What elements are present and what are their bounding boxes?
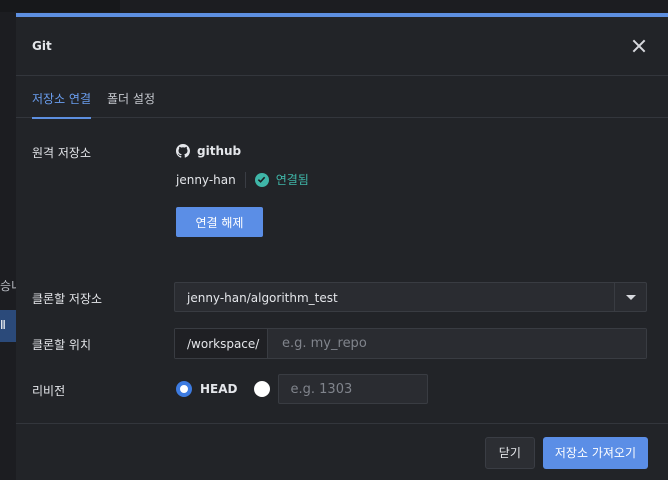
close-icon[interactable]: [630, 37, 648, 55]
remote-repository-label: 원격 저장소: [32, 146, 92, 160]
import-repository-button[interactable]: 저장소 가져오기: [542, 436, 648, 469]
tab-folder-settings[interactable]: 폴더 설정: [107, 76, 155, 118]
head-radio-label: HEAD: [200, 382, 238, 396]
dropdown-toggle[interactable]: [614, 283, 646, 311]
provider: github: [176, 144, 241, 158]
custom-revision-radio[interactable]: [253, 381, 270, 397]
provider-name: github: [197, 144, 242, 158]
head-radio[interactable]: [176, 381, 192, 397]
clone-repository-value: jenny-han/algorithm_test: [187, 291, 338, 305]
clone-location-input[interactable]: [268, 329, 646, 358]
divider: [244, 171, 246, 188]
clone-location-group: /workspace/: [174, 328, 647, 359]
clone-repository-label: 클론할 저장소: [32, 292, 103, 306]
revision-label: 리비전: [32, 384, 66, 398]
tab-bar: 저장소 연결 폴더 설정: [16, 76, 668, 119]
clone-repository-select[interactable]: jenny-han/algorithm_test: [174, 282, 647, 312]
background-selected-item: Ⅱ: [0, 310, 16, 342]
account-row: jenny-han 연결됨: [176, 171, 309, 188]
disconnect-button[interactable]: 연결 해제: [176, 207, 263, 237]
revision-input[interactable]: [277, 374, 428, 404]
path-prefix: /workspace/: [175, 329, 268, 358]
modal-header: Git: [16, 17, 668, 76]
account-username: jenny-han: [176, 172, 236, 187]
background-topbar: [0, 0, 120, 12]
clone-location-label: 클론할 위치: [32, 338, 92, 352]
git-modal: Git 저장소 연결 폴더 설정 원격 저장소 github jenny-han…: [16, 13, 668, 480]
modal-content: 원격 저장소 github jenny-han 연결됨 연결 해제 클론할 저장…: [16, 118, 668, 424]
tab-repository-connection[interactable]: 저장소 연결: [32, 76, 92, 119]
github-icon: [176, 144, 190, 158]
check-circle-icon: [254, 172, 269, 187]
connection-status: 연결됨: [275, 173, 309, 187]
modal-title: Git: [32, 39, 52, 53]
caret-down-icon: [625, 294, 636, 300]
revision-options: HEAD: [176, 374, 428, 404]
modal-footer: 닫기 저장소 가져오기: [16, 425, 668, 480]
close-button[interactable]: 닫기: [484, 436, 535, 469]
